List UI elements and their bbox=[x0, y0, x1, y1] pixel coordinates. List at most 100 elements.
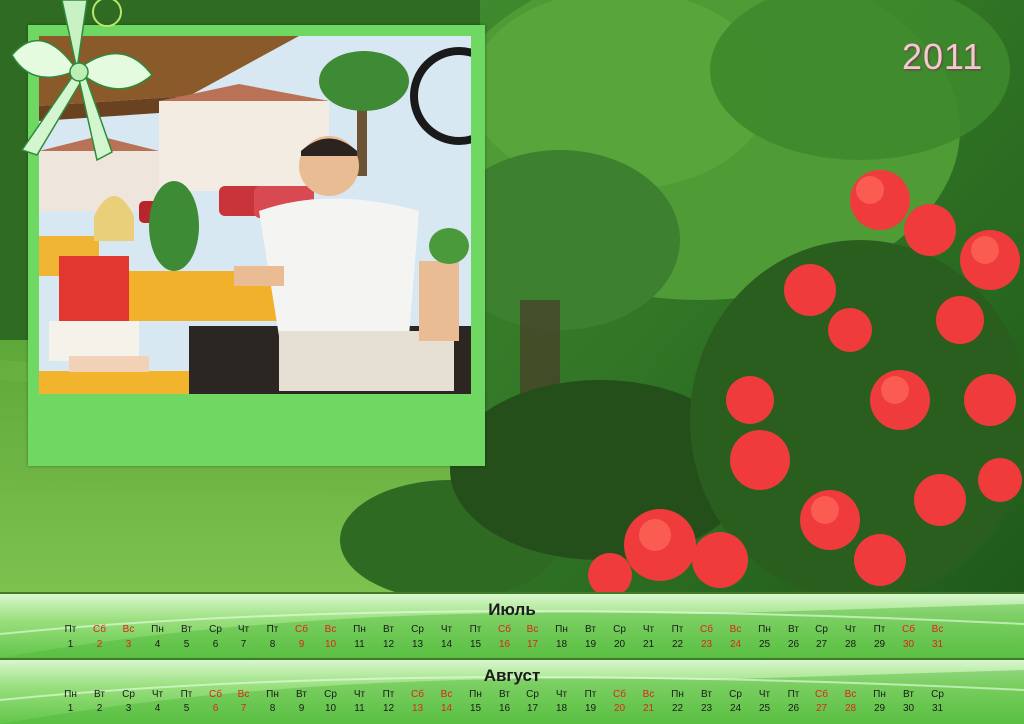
weekday-label: Пт bbox=[266, 624, 279, 635]
weekday-label: Чт bbox=[642, 624, 655, 635]
weekday-label: Ср bbox=[815, 624, 828, 635]
weekday-label: Ср bbox=[324, 689, 337, 700]
weekday-label: Пт bbox=[469, 624, 482, 635]
day-number: 5 bbox=[183, 639, 190, 650]
day-number: 23 bbox=[700, 703, 713, 714]
weekday-label: Вт bbox=[181, 624, 192, 635]
weekday-label: Вт bbox=[499, 689, 510, 700]
day-number: 14 bbox=[440, 703, 453, 714]
day-number: 31 bbox=[931, 639, 944, 650]
day-number: 11 bbox=[354, 639, 365, 650]
weekday-label: Сб bbox=[295, 624, 308, 635]
weekday-label: Пн bbox=[671, 689, 684, 700]
day-number: 9 bbox=[298, 639, 305, 650]
weekday-label: Вс bbox=[642, 689, 655, 700]
day-number: 6 bbox=[212, 703, 219, 714]
weekday-label: Пн bbox=[353, 624, 366, 635]
weekday-label: Вс bbox=[526, 624, 539, 635]
day-number: 10 bbox=[324, 703, 337, 714]
weekday-label: Сб bbox=[209, 689, 222, 700]
weekday-label: Сб bbox=[700, 624, 713, 635]
day-number: 17 bbox=[526, 639, 539, 650]
day-number: 16 bbox=[498, 703, 511, 714]
weekday-label: Пн bbox=[64, 689, 77, 700]
ribbon-bow-icon bbox=[11, 0, 154, 162]
day-number: 7 bbox=[240, 639, 247, 650]
weekday-label: Вс bbox=[729, 624, 742, 635]
day-number: 3 bbox=[125, 703, 132, 714]
weekday-label: Ср bbox=[931, 689, 944, 700]
day-number: 5 bbox=[183, 703, 190, 714]
day-number: 26 bbox=[787, 703, 800, 714]
month-days-row: Пт 1 Сб 2 Вс 3 Пн 4 Вт 5 Ср 6 Чт 7 Пт 8 Сб 9 Вс 10 Пн 11 Вт 12 С… bbox=[0, 594, 1024, 658]
weekday-label: Пт bbox=[180, 689, 193, 700]
weekday-label: Ср bbox=[411, 624, 424, 635]
day-number: 25 bbox=[758, 703, 771, 714]
weekday-label: Сб bbox=[815, 689, 828, 700]
weekday-label: Пн bbox=[469, 689, 482, 700]
day-number: 8 bbox=[269, 703, 276, 714]
weekday-label: Чт bbox=[440, 624, 453, 635]
weekday-label: Вт bbox=[94, 689, 105, 700]
day-number: 8 bbox=[269, 639, 276, 650]
day-number: 10 bbox=[324, 639, 337, 650]
weekday-label: Вт bbox=[296, 689, 307, 700]
weekday-label: Чт bbox=[151, 689, 164, 700]
calendar-strip-august: Август Пн 1 Вт 2 Ср 3 Чт 4 Пт 5 Сб 6 Вс 7 Пн 8 Вт 9 Ср 10 Чт… bbox=[0, 660, 1024, 724]
weekday-label: Чт bbox=[758, 689, 771, 700]
day-number: 25 bbox=[758, 639, 771, 650]
day-number: 22 bbox=[671, 703, 684, 714]
day-number: 11 bbox=[354, 703, 365, 714]
day-number: 1 bbox=[67, 639, 74, 650]
day-number: 24 bbox=[729, 639, 742, 650]
weekday-label: Вс bbox=[931, 624, 944, 635]
year-label: 2011 bbox=[902, 36, 984, 77]
day-number: 19 bbox=[584, 639, 597, 650]
day-number: 4 bbox=[154, 639, 161, 650]
day-number: 23 bbox=[700, 639, 713, 650]
day-number: 16 bbox=[498, 639, 511, 650]
weekday-label: Чт bbox=[353, 689, 366, 700]
weekday-label: Ср bbox=[613, 624, 626, 635]
day-number: 2 bbox=[96, 639, 103, 650]
weekday-label: Вт bbox=[585, 624, 596, 635]
day-number: 13 bbox=[411, 639, 424, 650]
weekday-label: Чт bbox=[237, 624, 250, 635]
weekday-label: Пн bbox=[758, 624, 771, 635]
weekday-label: Вс bbox=[122, 624, 135, 635]
weekday-label: Ср bbox=[526, 689, 539, 700]
day-number: 2 bbox=[96, 703, 103, 714]
weekday-label: Чт bbox=[555, 689, 568, 700]
day-number: 31 bbox=[931, 703, 944, 714]
day-number: 9 bbox=[298, 703, 305, 714]
month-days-row: Пн 1 Вт 2 Ср 3 Чт 4 Пт 5 Сб 6 Вс 7 Пн 8 Вт 9 Ср 10 Чт 11 Пт 12 С… bbox=[0, 660, 1024, 724]
day-number: 1 bbox=[67, 703, 74, 714]
day-number: 18 bbox=[555, 703, 568, 714]
weekday-label: Вс bbox=[844, 689, 857, 700]
day-number: 21 bbox=[642, 703, 655, 714]
weekday-label: Пт bbox=[671, 624, 684, 635]
day-number: 26 bbox=[787, 639, 800, 650]
weekday-label: Пн bbox=[555, 624, 568, 635]
day-number: 12 bbox=[382, 639, 395, 650]
weekday-label: Вс bbox=[440, 689, 453, 700]
weekday-label: Пт bbox=[787, 689, 800, 700]
day-number: 19 bbox=[584, 703, 597, 714]
day-number: 22 bbox=[671, 639, 684, 650]
weekday-label: Пн bbox=[266, 689, 279, 700]
day-number: 24 bbox=[729, 703, 742, 714]
weekday-label: Пн bbox=[151, 624, 164, 635]
day-number: 13 bbox=[411, 703, 424, 714]
day-number: 27 bbox=[815, 639, 828, 650]
day-number: 14 bbox=[440, 639, 453, 650]
weekday-label: Чт bbox=[844, 624, 857, 635]
day-number: 6 bbox=[212, 639, 219, 650]
day-number: 28 bbox=[844, 703, 857, 714]
weekday-label: Ср bbox=[122, 689, 135, 700]
day-number: 20 bbox=[613, 639, 626, 650]
weekday-label: Сб bbox=[613, 689, 626, 700]
day-number: 27 bbox=[815, 703, 828, 714]
weekday-label: Сб bbox=[498, 624, 511, 635]
weekday-label: Ср bbox=[209, 624, 222, 635]
day-number: 29 bbox=[873, 639, 886, 650]
